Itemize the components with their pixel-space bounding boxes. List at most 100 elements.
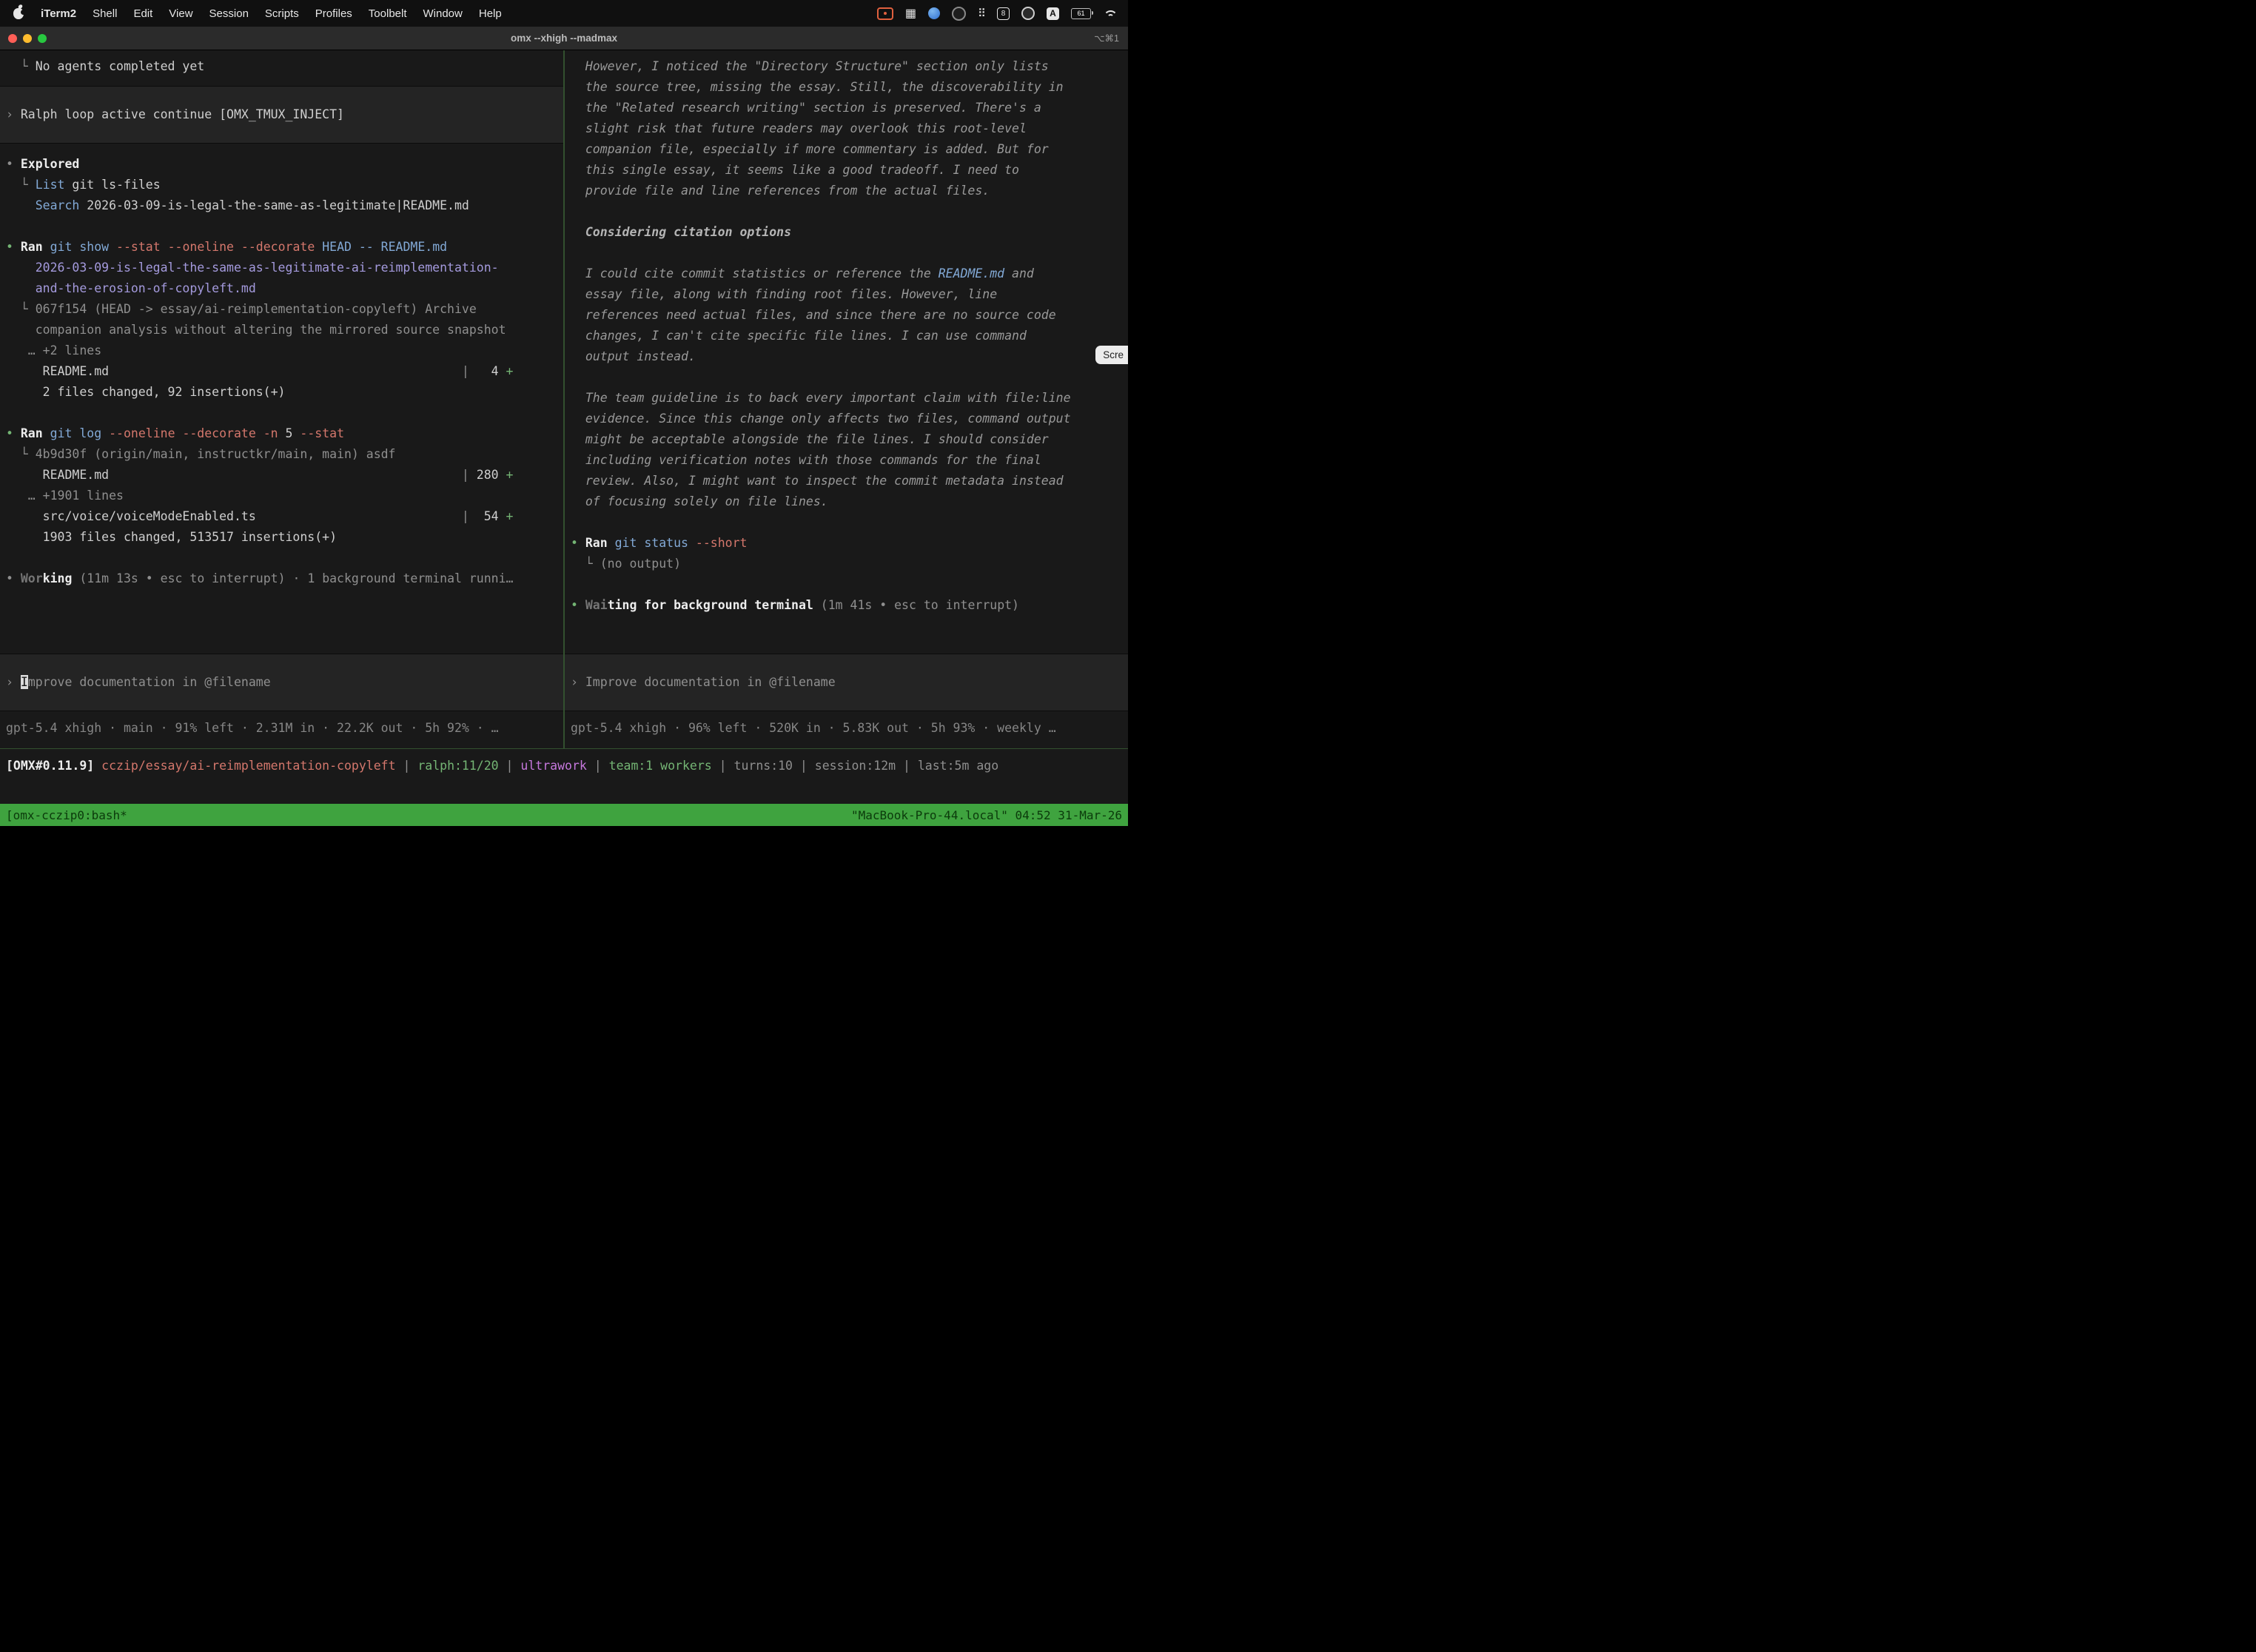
menu-item-toolbelt[interactable]: Toolbelt [360, 7, 415, 20]
screen: iTerm2ShellEditViewSessionScriptsProfile… [0, 0, 1128, 826]
minimize-window-button[interactable] [23, 34, 32, 43]
right-transcript: However, I noticed the "Directory Struct… [565, 50, 1128, 616]
tmux-session-window[interactable]: [omx-cczip0:bash* [6, 808, 127, 822]
terminal-line: essay file, along with finding root file… [571, 284, 1122, 305]
terminal-line [571, 243, 1122, 263]
window-shortcut-badge: ⌥⌘1 [1094, 33, 1128, 44]
menu-item-session[interactable]: Session [201, 7, 257, 20]
terminal-line [6, 548, 557, 568]
left-pane[interactable]: └ No agents completed yet › Ralph loop a… [0, 50, 563, 748]
terminal-line: • Working (11m 13s • esc to interrupt) ·… [6, 568, 557, 589]
right-prompt-input[interactable]: › Improve documentation in @filename [565, 654, 1128, 711]
terminal-line: • Ran git log --oneline --decorate -n 5 … [6, 423, 557, 444]
terminal-line: and-the-erosion-of-copyleft.md [6, 278, 557, 299]
menu-item-profiles[interactable]: Profiles [307, 7, 360, 20]
terminal-line: I could cite commit statistics or refere… [571, 263, 1122, 284]
terminal-line: 1903 files changed, 513517 insertions(+) [6, 527, 557, 548]
terminal-line [6, 216, 557, 237]
menu-item-scripts[interactable]: Scripts [257, 7, 307, 20]
terminal-line: • Explored [6, 154, 557, 175]
menu-item-iterm2[interactable]: iTerm2 [33, 7, 84, 20]
left-transcript: • Explored └ List git ls-files Search 20… [0, 144, 563, 589]
left-pane-top: └ No agents completed yet [0, 50, 563, 77]
left-prompt-input[interactable]: › Improve documentation in @filename [0, 654, 563, 711]
terminal-line: 2026-03-09-is-legal-the-same-as-legitima… [6, 258, 557, 278]
terminal-line: … +2 lines [6, 340, 557, 361]
terminal-line: └ No agents completed yet [6, 56, 557, 77]
omx-status-bar: [OMX#0.11.9] cczip/essay/ai-reimplementa… [0, 749, 1128, 782]
menu-item-view[interactable]: View [161, 7, 201, 20]
menu-bar: iTerm2ShellEditViewSessionScriptsProfile… [0, 0, 1128, 27]
terminal-line: provide file and line references from th… [571, 181, 1122, 201]
terminal-line [571, 201, 1122, 222]
terminal-line: However, I noticed the "Directory Struct… [571, 56, 1122, 77]
terminal-line [571, 512, 1122, 533]
tmux-panes: └ No agents completed yet › Ralph loop a… [0, 50, 1128, 749]
left-model-status-line: gpt-5.4 xhigh · main · 91% left · 2.31M … [0, 711, 563, 748]
terminal-line: The team guideline is to back every impo… [571, 388, 1122, 409]
right-input-line[interactable]: › Improve documentation in @filename [571, 672, 1122, 693]
terminal-line: might be acceptable alongside the file l… [571, 429, 1122, 450]
terminal-line: Search 2026-03-09-is-legal-the-same-as-l… [6, 195, 557, 216]
right-spacer [565, 616, 1128, 654]
terminal: └ No agents completed yet › Ralph loop a… [0, 50, 1128, 826]
terminal-line: references need actual files, and since … [571, 305, 1122, 326]
screen-share-button[interactable]: Scre [1095, 346, 1128, 364]
terminal-line: the source tree, missing the essay. Stil… [571, 77, 1122, 98]
screen-recording-indicator[interactable] [877, 7, 893, 20]
keyboard-8-icon[interactable]: 8 [997, 7, 1010, 20]
terminal-line: this single essay, it seems like a good … [571, 160, 1122, 181]
menu-bar-left: iTerm2ShellEditViewSessionScriptsProfile… [10, 7, 510, 20]
battery-icon[interactable]: 61 [1071, 8, 1091, 19]
menu-item-help[interactable]: Help [471, 7, 510, 20]
menu-item-shell[interactable]: Shell [84, 7, 125, 20]
terminal-line: changes, I can't cite specific file line… [571, 326, 1122, 346]
apple-menu-icon[interactable] [13, 8, 24, 19]
terminal-line: Considering citation options [571, 222, 1122, 243]
input-source-icon[interactable]: A [1047, 7, 1059, 20]
terminal-line: evidence. Since this change only affects… [571, 409, 1122, 429]
terminal-line: output instead. [571, 346, 1122, 367]
dark-app-icon[interactable] [952, 7, 966, 21]
wifi-icon[interactable] [1103, 7, 1118, 19]
terminal-line: README.md | 4 + [6, 361, 557, 382]
ralph-loop-banner: › Ralph loop active continue [OMX_TMUX_I… [0, 86, 563, 144]
menu-item-window[interactable]: Window [415, 7, 471, 20]
traffic-lights [0, 34, 47, 43]
terminal-line [6, 403, 557, 423]
terminal-line: companion analysis without altering the … [6, 320, 557, 340]
tmux-status-bar: [omx-cczip0:bash* "MacBook-Pro-44.local"… [0, 804, 1128, 826]
terminal-line: … +1901 lines [6, 486, 557, 506]
terminal-line: 2 files changed, 92 insertions(+) [6, 382, 557, 403]
terminal-line: • Ran git show --stat --oneline --decora… [6, 237, 557, 258]
terminal-line: └ 4b9d30f (origin/main, instructkr/main,… [6, 444, 557, 465]
ralph-loop-line: › Ralph loop active continue [OMX_TMUX_I… [6, 104, 557, 125]
terminal-line [571, 367, 1122, 388]
terminal-line: slight risk that future readers may over… [571, 118, 1122, 139]
close-window-button[interactable] [8, 34, 17, 43]
dots-grid-icon[interactable]: ⠿ [978, 7, 985, 20]
terminal-line: including verification notes with those … [571, 450, 1122, 471]
blue-app-icon[interactable] [928, 7, 940, 19]
left-input-line[interactable]: › Improve documentation in @filename [6, 672, 557, 693]
terminal-line: of focusing solely on file lines. [571, 491, 1122, 512]
menu-bar-status-icons: ▦ ⠿ 8 A 61 [877, 6, 1118, 21]
terminal-line: • Ran git status --short [571, 533, 1122, 554]
terminal-line: src/voice/voiceModeEnabled.ts | 54 + [6, 506, 557, 527]
menu-items: iTerm2ShellEditViewSessionScriptsProfile… [33, 7, 510, 20]
right-pane[interactable]: However, I noticed the "Directory Struct… [565, 50, 1128, 748]
window-manager-icon[interactable]: ▦ [905, 6, 916, 21]
zoom-window-button[interactable] [38, 34, 47, 43]
menu-item-edit[interactable]: Edit [125, 7, 161, 20]
tmux-host-clock: "MacBook-Pro-44.local" 04:52 31-Mar-26 [851, 808, 1122, 822]
circle-app-icon[interactable] [1021, 7, 1035, 20]
terminal-line: └ (no output) [571, 554, 1122, 574]
terminal-line [571, 574, 1122, 595]
window-title: omx --xhigh --madmax [0, 33, 1128, 44]
right-model-status-line: gpt-5.4 xhigh · 96% left · 520K in · 5.8… [565, 711, 1128, 748]
terminal-line: • Waiting for background terminal (1m 41… [571, 595, 1122, 616]
terminal-line: README.md | 280 + [6, 465, 557, 486]
left-spacer [0, 589, 563, 654]
terminal-line: └ List git ls-files [6, 175, 557, 195]
window-title-bar[interactable]: omx --xhigh --madmax ⌥⌘1 [0, 27, 1128, 50]
